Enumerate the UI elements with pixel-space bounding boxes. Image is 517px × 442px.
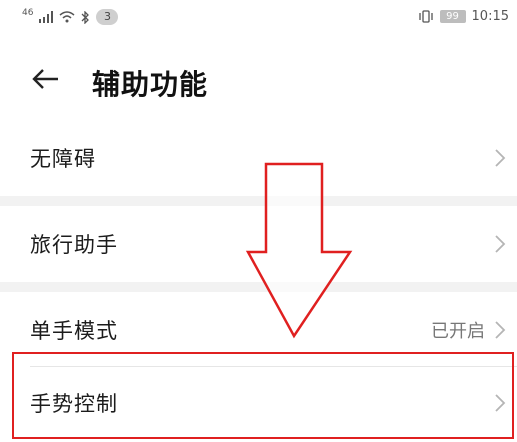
status-bar: 46 3 99 10:15 [0,0,517,36]
vibrate-icon [418,10,433,23]
notification-count-badge: 3 [96,9,119,25]
status-left: 46 3 [22,8,119,25]
wifi-icon [59,11,75,23]
settings-item-label: 单手模式 [30,319,118,343]
page-title: 辅助功能 [92,68,209,101]
back-arrow-icon [32,69,58,89]
chevron-right-icon [495,235,506,253]
chevron-right-icon [495,321,506,339]
settings-item-label: 无障碍 [30,147,96,171]
chevron-right-icon [495,149,506,167]
status-time: 10:15 [471,9,509,24]
battery-icon: 99 [439,10,466,23]
bluetooth-icon [81,10,90,24]
settings-item-label: 旅行助手 [30,233,118,257]
back-button[interactable] [28,61,64,97]
settings-item-status: 已开启 [431,321,485,342]
signal-icon [39,11,54,23]
highlight-box [12,352,514,439]
page-header: 辅助功能 [0,55,517,105]
status-right: 99 10:15 [418,9,509,24]
network-type-label: 46 [22,8,34,18]
down-arrow-outline-icon [245,162,353,339]
